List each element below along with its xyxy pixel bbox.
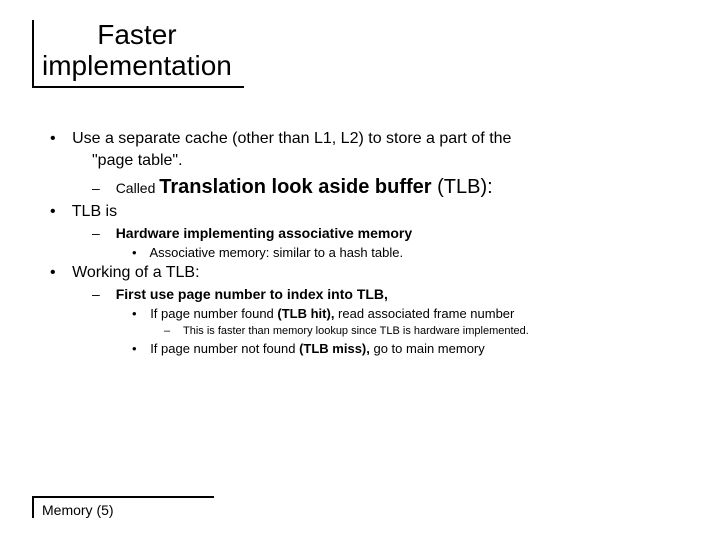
- bullet-text: First use page number to index into TLB,: [116, 286, 388, 302]
- bullet-faster-than-memory: This is faster than memory lookup since …: [50, 325, 690, 337]
- slide-body: Use a separate cache (other than L1, L2)…: [50, 130, 690, 360]
- bullet-prefix: Called: [116, 180, 160, 196]
- title-line2: implementation: [42, 50, 232, 81]
- bullet-text: Associative memory: similar to a hash ta…: [149, 245, 403, 260]
- bullet-big: Translation look aside buffer: [159, 176, 437, 198]
- slide-footer: Memory (5): [42, 502, 114, 518]
- bullet-text: Hardware implementing associative memory: [116, 225, 412, 241]
- slide-title: Faster implementation: [42, 20, 232, 82]
- bullet-post: read associated frame number: [334, 306, 514, 321]
- slide-title-box: Faster implementation: [32, 20, 244, 88]
- slide-footer-box: Memory (5): [32, 496, 214, 518]
- bullet-tlb-hit: If page number found (TLB hit), read ass…: [50, 306, 690, 321]
- bullet-use-separate-cache: Use a separate cache (other than L1, L2)…: [50, 130, 690, 148]
- bullet-called-tlb: Called Translation look aside buffer (TL…: [50, 176, 690, 199]
- bullet-post: go to main memory: [370, 341, 485, 356]
- bullet-suffix: (TLB):: [437, 176, 493, 198]
- bullet-pre: If page number found: [150, 306, 277, 321]
- bullet-hardware-assoc: Hardware implementing associative memory: [50, 225, 690, 241]
- bullet-tlb-is: TLB is: [50, 203, 690, 221]
- bullet-pre: If page number not found: [150, 341, 299, 356]
- bullet-bold: (TLB hit),: [277, 306, 334, 321]
- bullet-text: Working of a TLB:: [72, 264, 199, 281]
- bullet-text: This is faster than memory lookup since …: [183, 325, 529, 337]
- bullet-text: TLB is: [72, 203, 117, 220]
- bullet-first-use-page: First use page number to index into TLB,: [50, 286, 690, 302]
- bullet-use-separate-cache-cont: "page table".: [50, 152, 690, 170]
- title-line1: Faster: [97, 19, 176, 50]
- bullet-bold: (TLB miss),: [299, 341, 370, 356]
- bullet-working-tlb: Working of a TLB:: [50, 264, 690, 282]
- bullet-tlb-miss: If page number not found (TLB miss), go …: [50, 341, 690, 356]
- bullet-assoc-memory: Associative memory: similar to a hash ta…: [50, 245, 690, 260]
- bullet-text: Use a separate cache (other than L1, L2)…: [72, 130, 511, 147]
